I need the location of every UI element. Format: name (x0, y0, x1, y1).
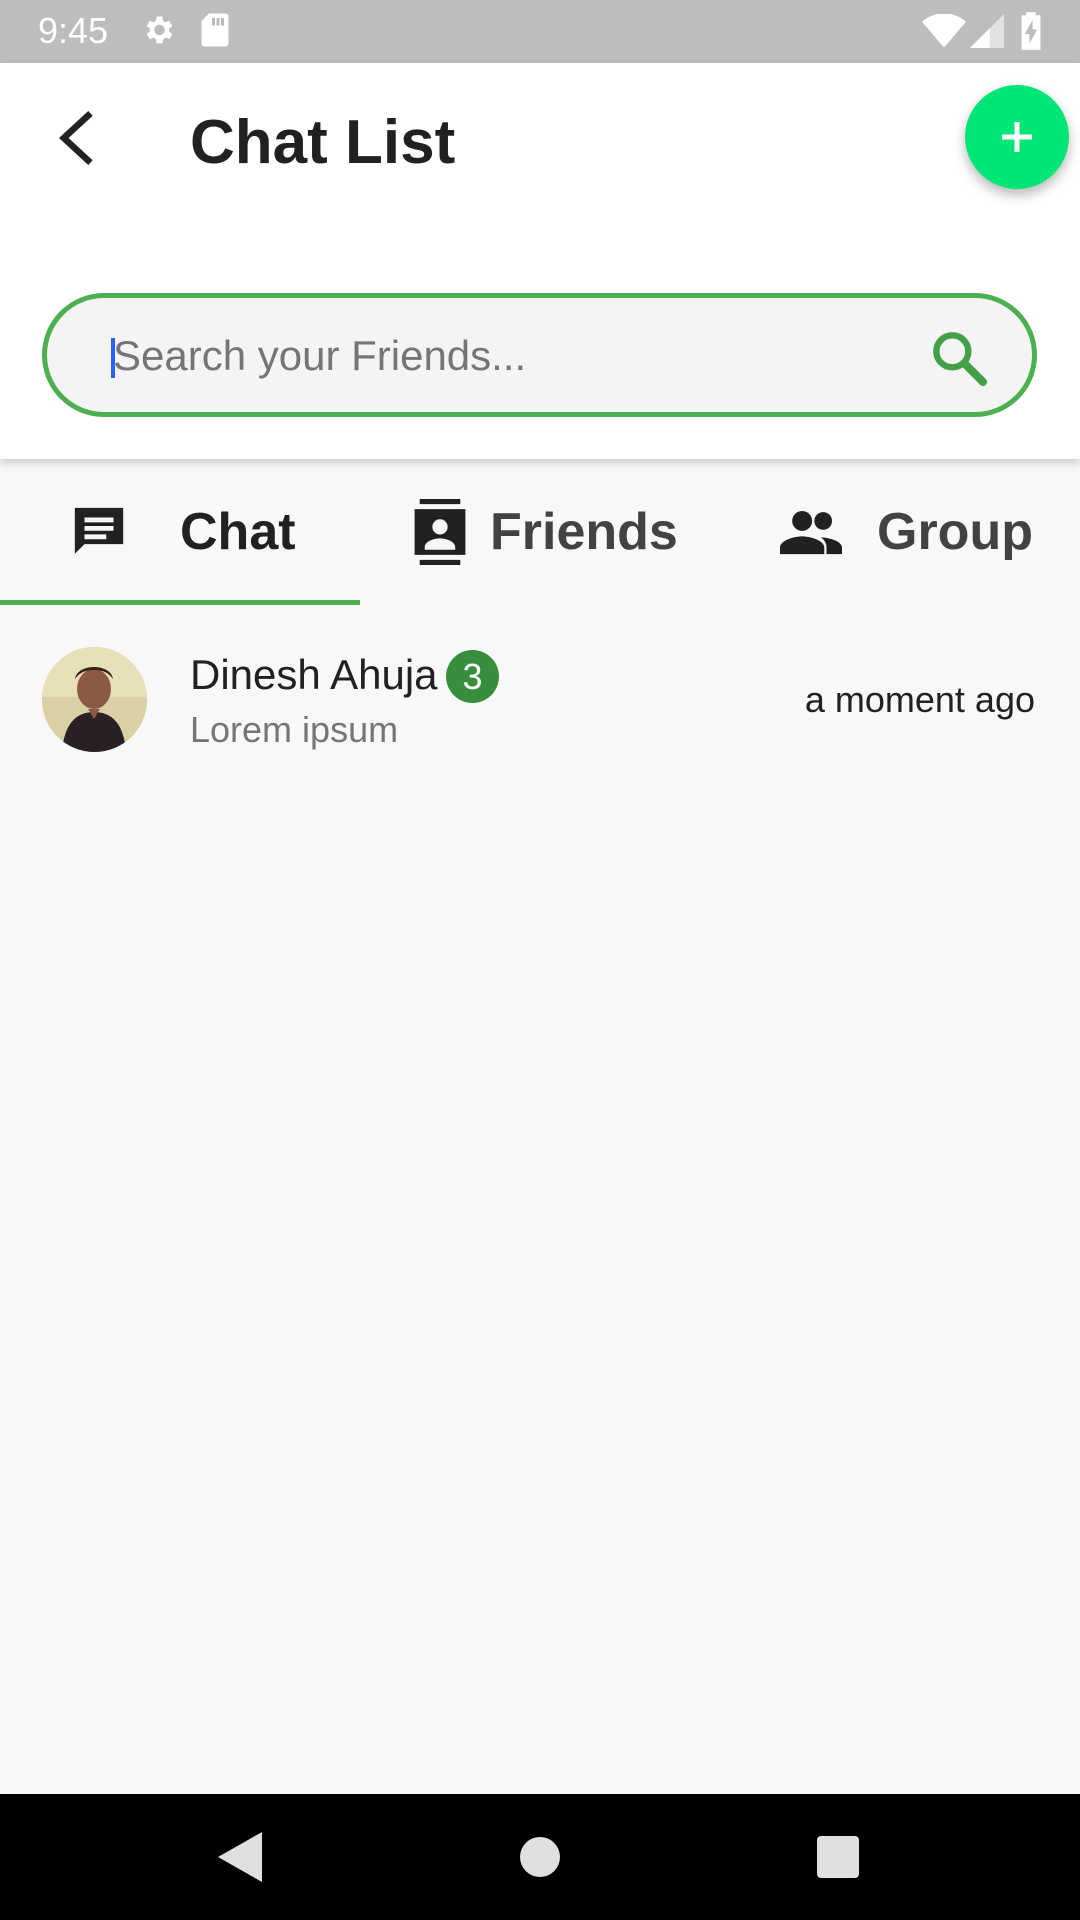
chat-time: a moment ago (804, 679, 1035, 720)
back-triangle-icon[interactable] (210, 1827, 270, 1887)
chat-name: Dinesh Ahuja (190, 651, 438, 698)
status-time: 9:45 (38, 10, 109, 51)
chat-icon (74, 507, 124, 554)
tab-group[interactable]: Group (780, 459, 1033, 605)
gear-icon (140, 12, 176, 53)
page-title: Chat List (190, 108, 456, 177)
unread-badge: 3 (446, 650, 499, 703)
system-nav-bar (0, 1794, 1080, 1920)
tab-label: Friends (490, 503, 678, 561)
recents-square-icon[interactable] (808, 1827, 868, 1887)
search-icon[interactable] (927, 326, 991, 390)
status-bar: 9:45 (0, 0, 1080, 63)
back-button[interactable] (40, 103, 110, 173)
selected-tab-indicator (0, 600, 360, 605)
list-item[interactable]: Dinesh Ahuja 3 Lorem ipsum a moment ago (0, 630, 1080, 770)
search-placeholder: Search your Friends... (113, 332, 527, 379)
app-header: Chat List Search your Friends... (0, 63, 1080, 459)
group-icon (780, 510, 842, 555)
tab-label: Group (877, 503, 1033, 561)
add-chat-button[interactable] (965, 85, 1069, 189)
tab-bar: Chat Friends Group (0, 459, 1080, 605)
chat-preview: Lorem ipsum (190, 709, 399, 750)
wifi-icon (922, 13, 966, 53)
tab-chat[interactable]: Chat (70, 459, 296, 605)
tab-friends[interactable]: Friends (412, 459, 678, 605)
search-input[interactable]: Search your Friends... (42, 293, 1037, 417)
home-circle-icon[interactable] (510, 1827, 570, 1887)
sd-card-icon (200, 12, 230, 53)
arrow-back-icon (58, 110, 93, 166)
signal-icon (970, 14, 1004, 53)
contact-card-icon (414, 499, 466, 565)
tab-label: Chat (180, 503, 296, 561)
battery-charging-icon (1020, 12, 1042, 55)
plus-icon (1002, 122, 1032, 152)
avatar (42, 647, 147, 752)
